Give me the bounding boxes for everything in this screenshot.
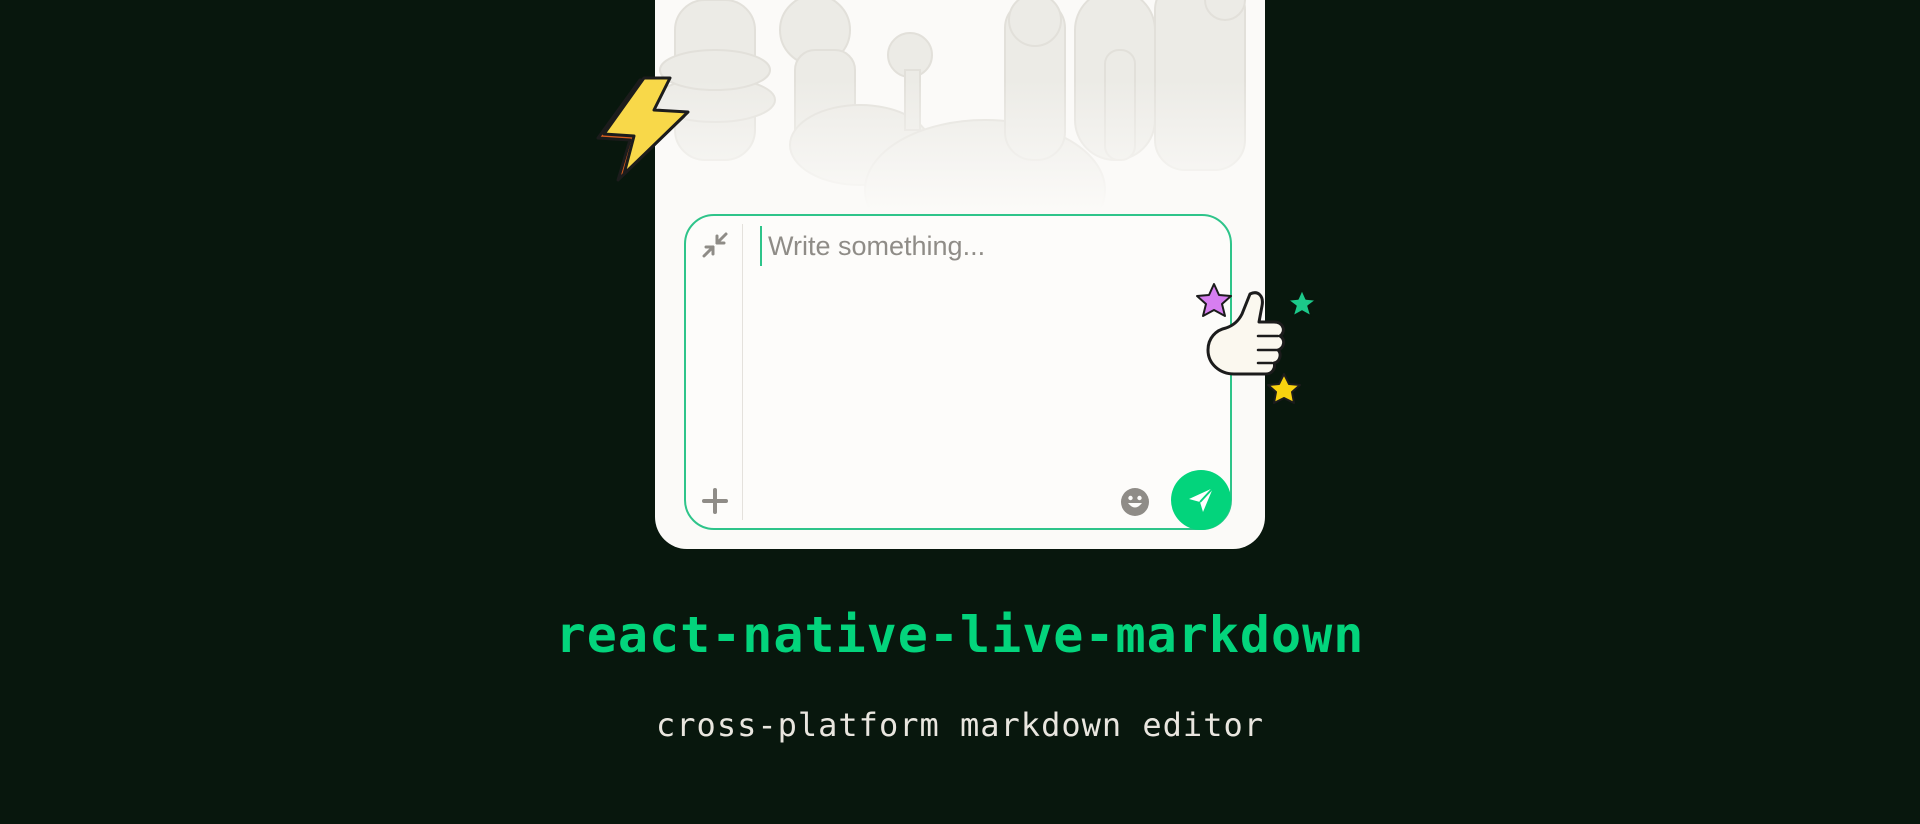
green-star [1287, 289, 1317, 317]
emoji-picker-button[interactable] [1119, 486, 1151, 518]
pink-star [1196, 283, 1232, 317]
phone-mockup [655, 0, 1265, 549]
background-illustration [655, 0, 1265, 210]
emoji-smiley-icon [1121, 488, 1149, 516]
add-attachment-button[interactable] [700, 486, 730, 516]
composer-box [684, 214, 1232, 530]
paper-plane-icon [1189, 487, 1214, 512]
composer-divider [742, 224, 743, 520]
send-button[interactable] [1171, 470, 1231, 530]
yellow-star [1267, 373, 1301, 404]
plus-icon [702, 488, 728, 514]
hero-banner: react-native-live-markdown cross-platfor… [0, 0, 1920, 824]
markdown-input[interactable] [760, 226, 1180, 266]
project-subtitle: cross-platform markdown editor [656, 706, 1264, 744]
lightning-bolt-sticker [596, 76, 690, 182]
project-title: react-native-live-markdown [555, 606, 1365, 664]
thumbs-up-sticker [1196, 283, 1317, 404]
collapse-button[interactable] [700, 230, 730, 260]
collapse-arrows-icon [702, 232, 728, 258]
